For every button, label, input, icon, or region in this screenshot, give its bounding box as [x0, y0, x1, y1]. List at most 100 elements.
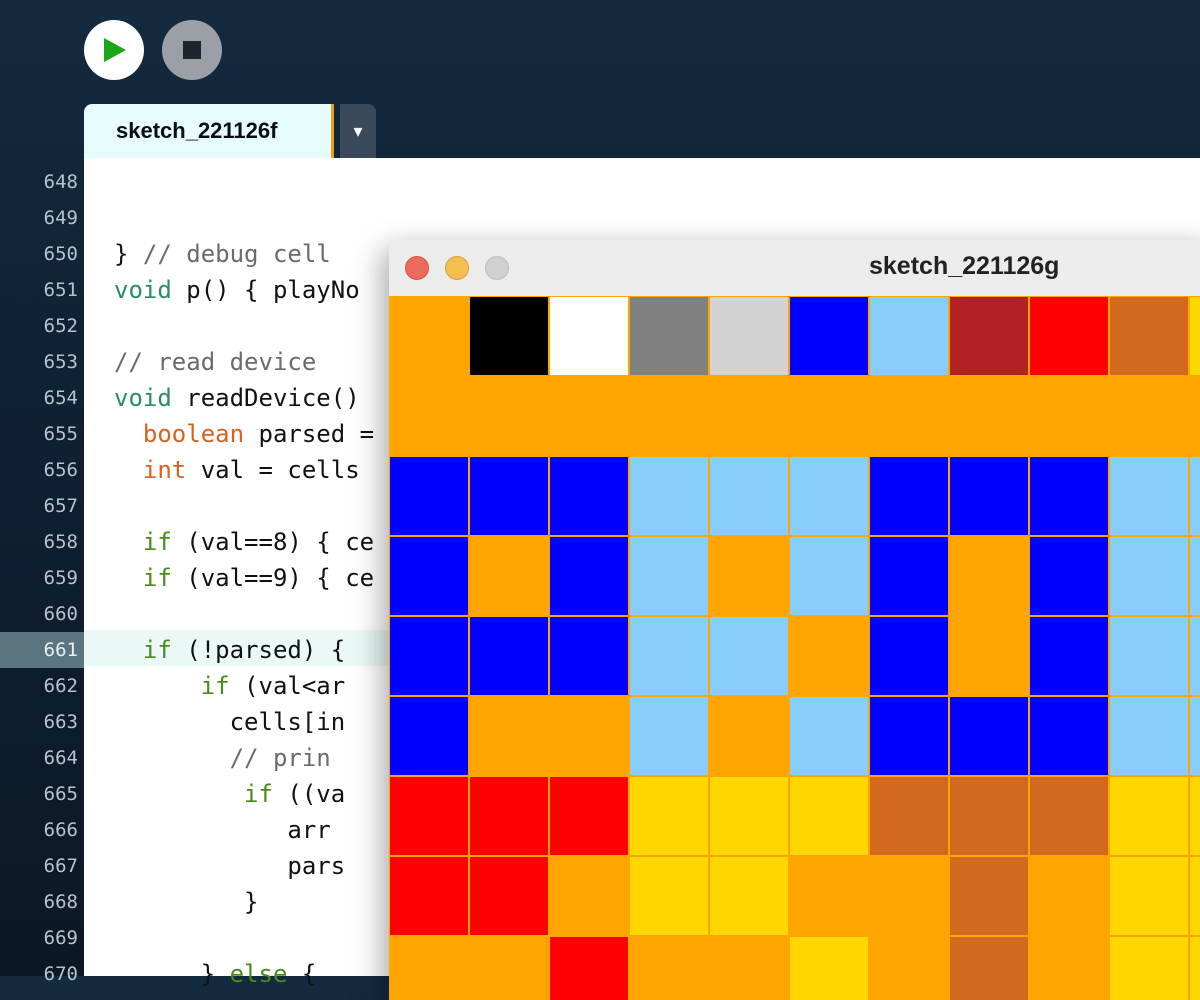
grid-cell[interactable]	[949, 696, 1029, 776]
grid-cell[interactable]	[389, 616, 469, 696]
grid-cell[interactable]	[789, 936, 869, 1000]
grid-cell[interactable]	[549, 376, 629, 456]
grid-cell[interactable]	[389, 456, 469, 536]
tab-sketch[interactable]: sketch_221126f	[84, 104, 334, 158]
grid-cell[interactable]	[709, 296, 789, 376]
grid-cell[interactable]	[709, 856, 789, 936]
grid-cell[interactable]	[1029, 296, 1109, 376]
grid-cell[interactable]	[1189, 536, 1200, 616]
stop-button[interactable]	[162, 20, 222, 80]
grid-cell[interactable]	[629, 936, 709, 1000]
tab-dropdown-button[interactable]: ▾	[340, 104, 376, 158]
grid-cell[interactable]	[629, 536, 709, 616]
grid-cell[interactable]	[1029, 456, 1109, 536]
grid-cell[interactable]	[389, 936, 469, 1000]
grid-cell[interactable]	[1029, 776, 1109, 856]
grid-cell[interactable]	[949, 536, 1029, 616]
grid-cell[interactable]	[1109, 696, 1189, 776]
grid-cell[interactable]	[949, 936, 1029, 1000]
grid-cell[interactable]	[389, 696, 469, 776]
grid-cell[interactable]	[629, 456, 709, 536]
grid-cell[interactable]	[869, 616, 949, 696]
grid-cell[interactable]	[1109, 296, 1189, 376]
grid-cell[interactable]	[709, 776, 789, 856]
grid-cell[interactable]	[549, 456, 629, 536]
grid-cell[interactable]	[389, 376, 469, 456]
grid-cell[interactable]	[1109, 616, 1189, 696]
grid-cell[interactable]	[1029, 616, 1109, 696]
grid-cell[interactable]	[709, 536, 789, 616]
run-button[interactable]	[84, 20, 144, 80]
grid-cell[interactable]	[949, 616, 1029, 696]
grid-cell[interactable]	[1109, 456, 1189, 536]
grid-cell[interactable]	[949, 776, 1029, 856]
grid-cell[interactable]	[549, 936, 629, 1000]
grid-cell[interactable]	[949, 456, 1029, 536]
grid-cell[interactable]	[469, 856, 549, 936]
grid-cell[interactable]	[1189, 936, 1200, 1000]
window-titlebar[interactable]: sketch_221126g	[389, 240, 1200, 297]
grid-cell[interactable]	[469, 616, 549, 696]
grid-cell[interactable]	[869, 936, 949, 1000]
grid-cell[interactable]	[789, 696, 869, 776]
grid-cell[interactable]	[629, 616, 709, 696]
zoom-window-button[interactable]	[485, 256, 509, 280]
grid-cell[interactable]	[949, 296, 1029, 376]
grid-cell[interactable]	[1109, 856, 1189, 936]
grid-cell[interactable]	[869, 776, 949, 856]
grid-cell[interactable]	[869, 856, 949, 936]
grid-cell[interactable]	[1189, 456, 1200, 536]
grid-cell[interactable]	[1029, 536, 1109, 616]
grid-cell[interactable]	[629, 296, 709, 376]
grid-cell[interactable]	[469, 696, 549, 776]
grid-cell[interactable]	[1029, 696, 1109, 776]
grid-cell[interactable]	[789, 376, 869, 456]
grid-cell[interactable]	[469, 296, 549, 376]
grid-cell[interactable]	[1189, 616, 1200, 696]
grid-cell[interactable]	[869, 376, 949, 456]
grid-cell[interactable]	[709, 616, 789, 696]
grid-cell[interactable]	[709, 696, 789, 776]
close-window-button[interactable]	[405, 256, 429, 280]
grid-cell[interactable]	[1109, 776, 1189, 856]
grid-cell[interactable]	[389, 856, 469, 936]
grid-cell[interactable]	[789, 616, 869, 696]
grid-cell[interactable]	[469, 536, 549, 616]
grid-cell[interactable]	[549, 776, 629, 856]
grid-cell[interactable]	[1029, 376, 1109, 456]
grid-cell[interactable]	[789, 456, 869, 536]
grid-cell[interactable]	[709, 456, 789, 536]
grid-cell[interactable]	[389, 296, 469, 376]
grid-cell[interactable]	[949, 856, 1029, 936]
grid-cell[interactable]	[709, 936, 789, 1000]
grid-cell[interactable]	[389, 776, 469, 856]
minimize-window-button[interactable]	[445, 256, 469, 280]
grid-cell[interactable]	[1189, 776, 1200, 856]
grid-cell[interactable]	[549, 696, 629, 776]
grid-cell[interactable]	[1109, 536, 1189, 616]
grid-cell[interactable]	[789, 856, 869, 936]
grid-cell[interactable]	[549, 616, 629, 696]
grid-cell[interactable]	[469, 776, 549, 856]
grid-cell[interactable]	[1109, 936, 1189, 1000]
grid-cell[interactable]	[869, 296, 949, 376]
grid-cell[interactable]	[389, 536, 469, 616]
grid-cell[interactable]	[949, 376, 1029, 456]
grid-cell[interactable]	[629, 776, 709, 856]
grid-cell[interactable]	[789, 296, 869, 376]
grid-cell[interactable]	[869, 456, 949, 536]
grid-cell[interactable]	[869, 536, 949, 616]
grid-cell[interactable]	[1109, 376, 1189, 456]
grid-cell[interactable]	[1189, 696, 1200, 776]
grid-cell[interactable]	[709, 376, 789, 456]
sketch-canvas[interactable]	[389, 296, 1200, 1000]
grid-cell[interactable]	[469, 936, 549, 1000]
grid-cell[interactable]	[549, 536, 629, 616]
grid-cell[interactable]	[1189, 376, 1200, 456]
grid-cell[interactable]	[469, 376, 549, 456]
grid-cell[interactable]	[549, 856, 629, 936]
grid-cell[interactable]	[1029, 936, 1109, 1000]
grid-cell[interactable]	[789, 776, 869, 856]
grid-cell[interactable]	[629, 696, 709, 776]
grid-cell[interactable]	[1029, 856, 1109, 936]
